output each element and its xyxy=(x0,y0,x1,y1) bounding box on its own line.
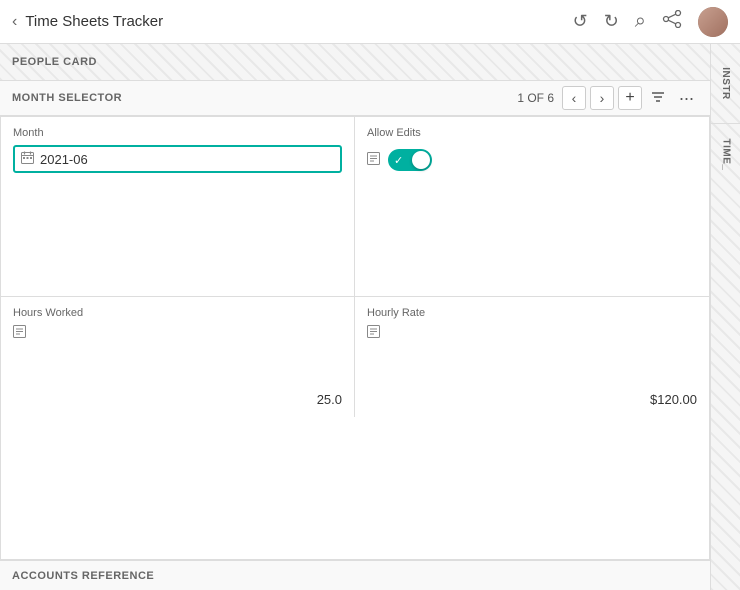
month-selector-header: MONTH SELECTOR 1 OF 6 ‹ › + ··· xyxy=(0,80,710,116)
hourly-rate-value: $120.00 xyxy=(367,392,697,407)
instr-tab[interactable]: INSTR xyxy=(711,44,740,124)
top-bar-right: ↺ ↻ ⌕ xyxy=(573,7,728,37)
hourly-rate-field: Hourly Rate $120.00 xyxy=(355,297,709,417)
add-record-button[interactable]: + xyxy=(618,86,642,110)
top-bar-left: ‹ Time Sheets Tracker xyxy=(12,13,573,31)
more-icon: ··· xyxy=(679,89,694,107)
main-layout: PEOPLE Card MONTH SELECTOR 1 OF 6 ‹ › + xyxy=(0,44,740,590)
pagination-info: 1 OF 6 xyxy=(517,91,554,105)
filter-button[interactable] xyxy=(646,86,670,110)
month-value: 2021-06 xyxy=(40,152,88,167)
top-fields: Month xyxy=(1,117,709,297)
hourly-rate-header: Hourly Rate xyxy=(367,307,697,319)
plus-icon: + xyxy=(625,89,634,107)
next-record-button[interactable]: › xyxy=(590,86,614,110)
top-bar: ‹ Time Sheets Tracker ↺ ↻ ⌕ xyxy=(0,0,740,44)
month-input[interactable]: 2021-06 xyxy=(13,145,342,173)
right-panel: INSTR TIME_ xyxy=(710,44,740,590)
bottom-fields: Hours Worked 25.0 xyxy=(1,297,709,417)
hourly-rate-icon xyxy=(367,325,380,341)
record-area: Month xyxy=(0,116,710,560)
hours-worked-label: Hours Worked xyxy=(13,307,83,319)
undo-icon[interactable]: ↺ xyxy=(573,11,588,32)
calendar-icon xyxy=(21,151,34,167)
time-tab[interactable]: TIME_ xyxy=(711,124,740,184)
filter-icon xyxy=(651,90,665,106)
allow-edits-toggle[interactable]: ✓ xyxy=(388,149,432,171)
toggle-thumb xyxy=(412,151,430,169)
share-icon[interactable] xyxy=(662,10,682,33)
hours-worked-header: Hours Worked xyxy=(13,307,342,319)
month-field: Month xyxy=(1,117,355,296)
hourly-rate-label: Hourly Rate xyxy=(367,307,425,319)
right-panel-empty xyxy=(711,184,740,590)
allow-edits-toggle-wrapper: ✓ xyxy=(367,149,697,171)
allow-edits-label: Allow Edits xyxy=(367,127,697,139)
hours-worked-value: 25.0 xyxy=(13,392,342,407)
hours-worked-field: Hours Worked 25.0 xyxy=(1,297,355,417)
accounts-label: ACCOUNTS REFERENCE xyxy=(12,570,154,582)
prev-record-button[interactable]: ‹ xyxy=(562,86,586,110)
app-title: Time Sheets Tracker xyxy=(25,13,163,30)
people-card-bar: PEOPLE Card xyxy=(0,44,710,80)
search-icon[interactable]: ⌕ xyxy=(635,10,646,33)
more-button[interactable]: ··· xyxy=(674,86,698,110)
month-field-label: Month xyxy=(13,127,342,139)
allow-edits-field: Allow Edits ✓ xyxy=(355,117,709,296)
redo-icon[interactable]: ↻ xyxy=(604,11,619,32)
time-tab-label: TIME_ xyxy=(720,138,731,170)
chevron-right-icon: › xyxy=(600,90,605,106)
header-actions: ‹ › + ··· xyxy=(562,86,698,110)
month-selector-label: MONTH SELECTOR xyxy=(12,92,517,104)
chevron-left-icon: ‹ xyxy=(572,90,577,106)
people-card-label: PEOPLE Card xyxy=(12,56,97,68)
toggle-check-icon: ✓ xyxy=(394,154,403,167)
instr-tab-label: INSTR xyxy=(720,67,731,100)
accounts-bar: ACCOUNTS REFERENCE xyxy=(0,560,710,590)
memo-icon xyxy=(367,152,380,168)
hours-worked-icon xyxy=(13,325,26,341)
back-button[interactable]: ‹ xyxy=(12,13,17,31)
left-panel: PEOPLE Card MONTH SELECTOR 1 OF 6 ‹ › + xyxy=(0,44,710,590)
avatar[interactable] xyxy=(698,7,728,37)
